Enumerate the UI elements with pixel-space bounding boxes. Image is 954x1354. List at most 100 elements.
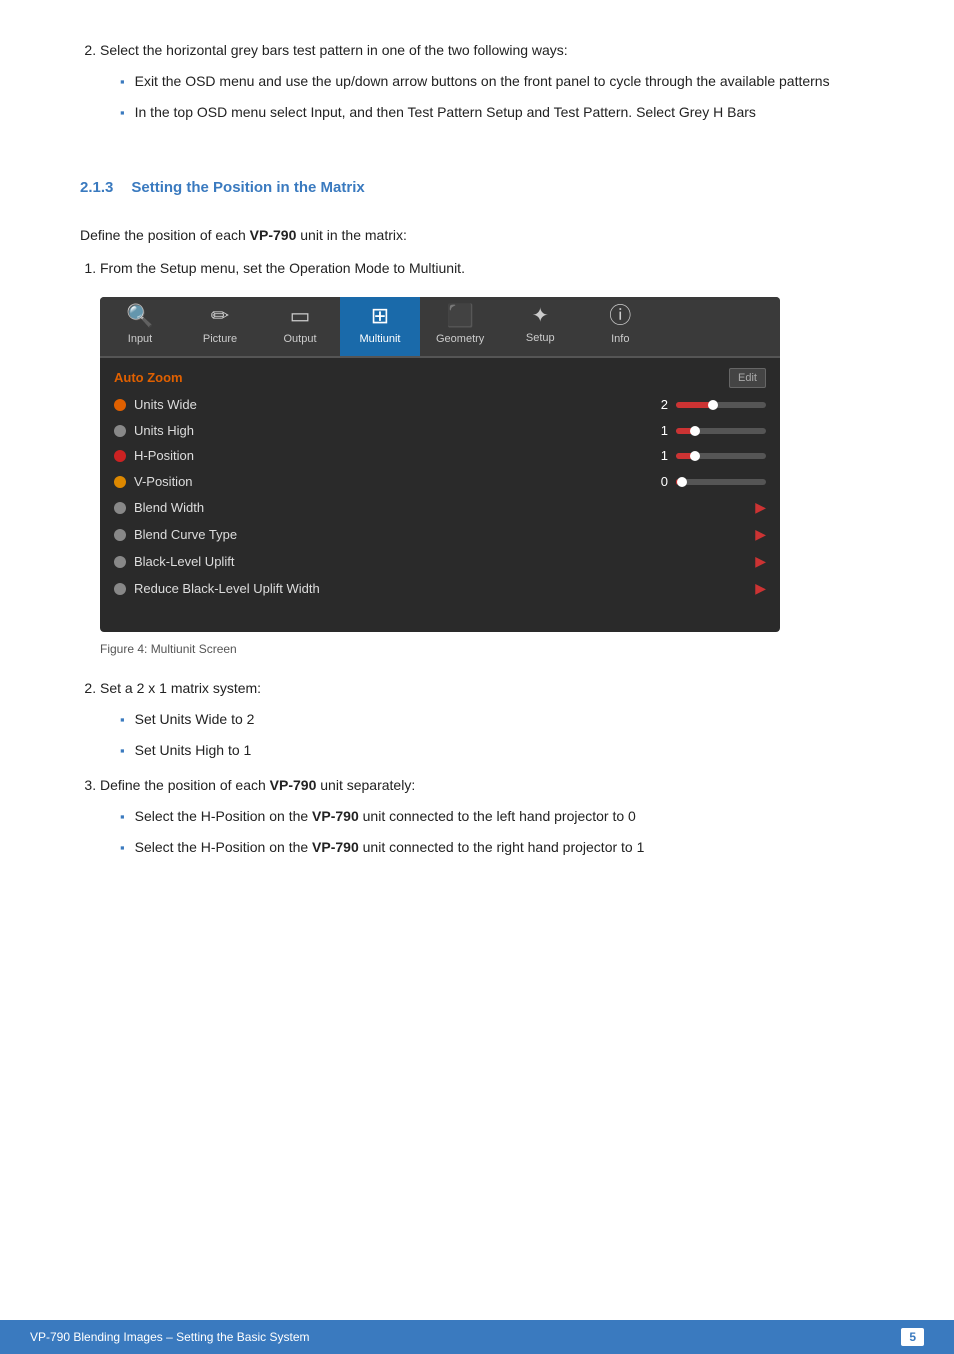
blend-width-arrow: ▶ (755, 497, 766, 518)
v-position-label: V-Position (134, 472, 642, 492)
osd-tab-input-label: Input (128, 331, 152, 348)
h-position-slider-row: 1 (650, 446, 766, 466)
bullet-1b-text: In the top OSD menu select Input, and th… (135, 102, 756, 123)
osd-tab-output[interactable]: ▭ Output (260, 297, 340, 356)
section-number: 2.1.3 (80, 179, 113, 196)
v-position-slider[interactable] (676, 479, 766, 485)
osd-tab-multiunit-label: Multiunit (360, 331, 401, 348)
osd-tab-bar: 🔍 Input ✏ Picture ▭ Output ⊞ Multiunit ⬛ (100, 297, 780, 358)
units-high-label: Units High (134, 421, 642, 441)
blend-curve-type-label: Blend Curve Type (134, 525, 747, 545)
bullet-2a-text: Set Units Wide to 2 (135, 709, 255, 730)
osd-edit-button[interactable]: Edit (729, 368, 766, 389)
setup-icon: ✦ (532, 306, 549, 326)
osd-tab-geometry[interactable]: ⬛ Geometry (420, 297, 500, 356)
numbered-item-step1: From the Setup menu, set the Operation M… (100, 258, 874, 659)
osd-tab-picture[interactable]: ✏ Picture (180, 297, 260, 356)
osd-item-reduce-black-level[interactable]: Reduce Black-Level Uplift Width ▶ (114, 575, 766, 602)
dot-reduce-black-level (114, 583, 126, 595)
item2-text: Select the horizontal grey bars test pat… (100, 42, 568, 58)
vp790-3b: VP-790 (312, 839, 359, 855)
osd-body: Auto Zoom Edit Units Wide 2 (100, 358, 780, 613)
units-high-slider-row: 1 (650, 421, 766, 441)
bullet-2b-text: Set Units High to 1 (135, 740, 252, 761)
picture-icon: ✏ (211, 305, 229, 327)
dot-units-wide (114, 399, 126, 411)
vp790-3a: VP-790 (312, 808, 359, 824)
osd-screen-title: Auto Zoom (114, 368, 183, 388)
bullet-3b-text: Select the H-Position on the VP-790 unit… (135, 837, 645, 858)
dot-black-level-uplift (114, 556, 126, 568)
osd-item-units-high[interactable]: Units High 1 (114, 418, 766, 444)
bullet-3a-text: Select the H-Position on the VP-790 unit… (135, 806, 636, 827)
v-position-slider-row: 0 (650, 472, 766, 492)
units-wide-slider[interactable] (676, 402, 766, 408)
units-high-slider[interactable] (676, 428, 766, 434)
v-position-value: 0 (650, 472, 668, 492)
h-position-label: H-Position (134, 446, 642, 466)
osd-item-blend-width[interactable]: Blend Width ▶ (114, 494, 766, 521)
bullet-2a: Set Units Wide to 2 (120, 709, 874, 730)
units-high-thumb (690, 426, 700, 436)
black-level-uplift-arrow: ▶ (755, 551, 766, 572)
osd-tab-input[interactable]: 🔍 Input (100, 297, 180, 356)
info-icon: ⓘ (609, 305, 631, 327)
units-high-value: 1 (650, 421, 668, 441)
footer-bar: VP-790 Blending Images – Setting the Bas… (0, 1320, 954, 1354)
numbered-item-step2: Set a 2 x 1 matrix system: Set Units Wid… (100, 678, 874, 761)
input-icon: 🔍 (126, 305, 153, 327)
h-position-value: 1 (650, 446, 668, 466)
bullet-item-1b: In the top OSD menu select Input, and th… (120, 102, 874, 123)
osd-screen: 🔍 Input ✏ Picture ▭ Output ⊞ Multiunit ⬛ (100, 297, 780, 632)
units-wide-thumb (708, 400, 718, 410)
blend-curve-type-arrow: ▶ (755, 524, 766, 545)
intro-paragraph: Define the position of each VP-790 unit … (80, 224, 874, 246)
units-wide-label: Units Wide (134, 395, 642, 415)
dot-h-position (114, 450, 126, 462)
h-position-slider[interactable] (676, 453, 766, 459)
step3-text: Define the position of each VP-790 unit … (100, 777, 415, 793)
bullet-3a: Select the H-Position on the VP-790 unit… (120, 806, 874, 827)
osd-tab-output-label: Output (283, 331, 316, 348)
osd-item-v-position[interactable]: V-Position 0 (114, 469, 766, 495)
osd-header: Auto Zoom Edit (114, 368, 766, 389)
osd-tab-multiunit[interactable]: ⊞ Multiunit (340, 297, 420, 356)
multiunit-icon: ⊞ (371, 305, 389, 327)
vp790-bold: VP-790 (250, 227, 297, 243)
bullet-1a-text: Exit the OSD menu and use the up/down ar… (135, 71, 830, 92)
osd-tab-picture-label: Picture (203, 331, 237, 348)
h-position-thumb (690, 451, 700, 461)
osd-item-h-position[interactable]: H-Position 1 (114, 443, 766, 469)
osd-item-black-level-uplift[interactable]: Black-Level Uplift ▶ (114, 548, 766, 575)
reduce-black-level-label: Reduce Black-Level Uplift Width (134, 579, 747, 599)
numbered-item-2: Select the horizontal grey bars test pat… (100, 40, 874, 123)
dot-units-high (114, 425, 126, 437)
output-icon: ▭ (290, 305, 311, 327)
step2-text: Set a 2 x 1 matrix system: (100, 680, 261, 696)
osd-tab-setup[interactable]: ✦ Setup (500, 297, 580, 356)
osd-tab-geometry-label: Geometry (436, 331, 484, 348)
bullet-3b: Select the H-Position on the VP-790 unit… (120, 837, 874, 858)
vp790-step3: VP-790 (270, 777, 317, 793)
v-position-thumb (677, 477, 687, 487)
footer-page: 5 (901, 1328, 924, 1346)
dot-blend-curve-type (114, 529, 126, 541)
numbered-item-step3: Define the position of each VP-790 unit … (100, 775, 874, 858)
osd-tab-info-label: Info (611, 331, 629, 348)
step1-text: From the Setup menu, set the Operation M… (100, 260, 465, 276)
units-wide-value: 2 (650, 395, 668, 415)
bullet-item-1a: Exit the OSD menu and use the up/down ar… (120, 71, 874, 92)
osd-tab-setup-label: Setup (526, 330, 555, 347)
section-title: Setting the Position in the Matrix (131, 179, 364, 196)
dot-blend-width (114, 502, 126, 514)
dot-v-position (114, 476, 126, 488)
bullet-2b: Set Units High to 1 (120, 740, 874, 761)
footer-text: VP-790 Blending Images – Setting the Bas… (30, 1330, 310, 1344)
units-wide-slider-row: 2 (650, 395, 766, 415)
osd-item-blend-curve-type[interactable]: Blend Curve Type ▶ (114, 521, 766, 548)
osd-item-units-wide[interactable]: Units Wide 2 (114, 392, 766, 418)
black-level-uplift-label: Black-Level Uplift (134, 552, 747, 572)
osd-tab-info[interactable]: ⓘ Info (580, 297, 660, 356)
reduce-black-level-arrow: ▶ (755, 578, 766, 599)
units-wide-fill (676, 402, 712, 408)
